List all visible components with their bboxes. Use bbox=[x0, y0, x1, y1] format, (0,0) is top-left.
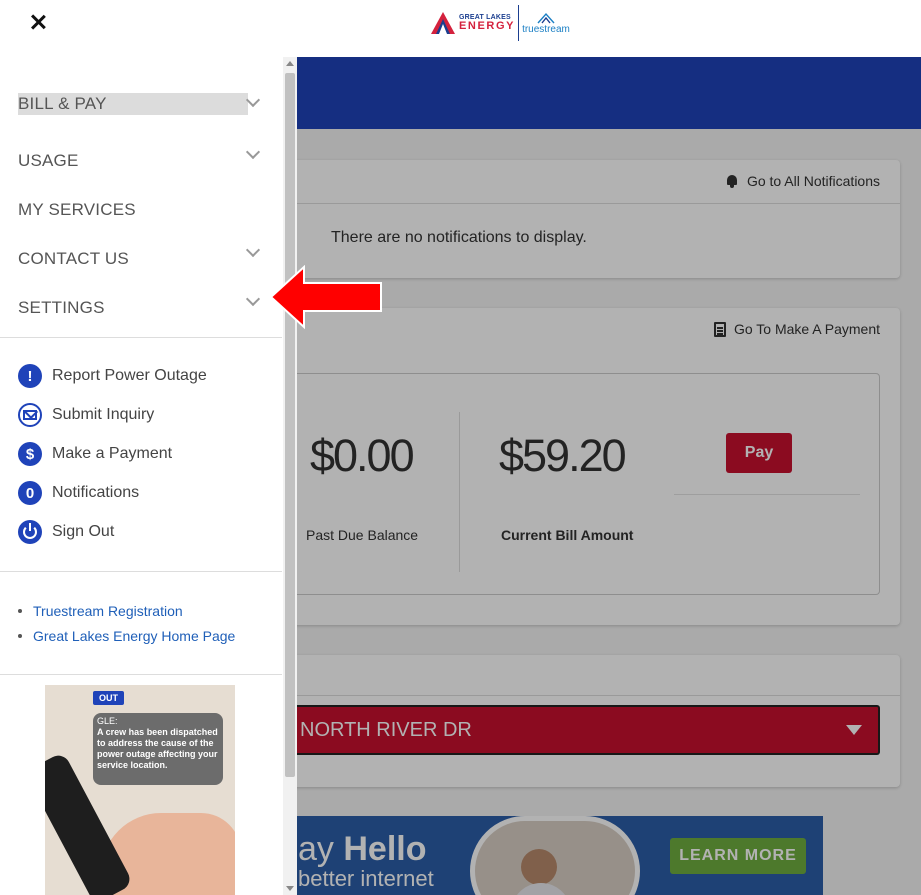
external-links: Truestream Registration Great Lakes Ener… bbox=[18, 598, 235, 648]
side-menu: BILL & PAY USAGE MY SERVICES CONTACT US … bbox=[0, 57, 284, 895]
menu-divider bbox=[0, 337, 282, 338]
menu-item-usage[interactable]: USAGE bbox=[0, 135, 282, 184]
chevron-down-icon bbox=[245, 144, 261, 160]
truestream-mark-icon bbox=[537, 12, 555, 23]
menu-item-contact-us[interactable]: CONTACT US bbox=[0, 233, 282, 282]
menu-item-my-services[interactable]: MY SERVICES bbox=[0, 184, 282, 233]
out-badge: OUT bbox=[93, 691, 124, 705]
logo-big-text: ENERGY bbox=[459, 20, 516, 32]
action-label: Make a Payment bbox=[52, 445, 173, 462]
mountain-logo-icon bbox=[431, 12, 455, 34]
action-label: Notifications bbox=[52, 484, 140, 501]
outage-message-bubble: GLE: A crew has been dispatched to addre… bbox=[93, 713, 223, 785]
menu-item-label: MY SERVICES bbox=[18, 200, 136, 219]
menu-item-label: SETTINGS bbox=[18, 298, 105, 317]
menu-item-label: USAGE bbox=[18, 151, 79, 170]
power-icon bbox=[18, 520, 42, 544]
truestream-logo-text: truestream bbox=[522, 23, 570, 35]
menu-item-settings[interactable]: SETTINGS bbox=[0, 282, 282, 331]
scrollbar-thumb[interactable] bbox=[285, 73, 295, 777]
logo-divider bbox=[518, 5, 520, 41]
notifications-link[interactable]: 0 Notifications bbox=[18, 480, 139, 506]
top-header: GREAT LAKES ENERGY truestream bbox=[0, 0, 921, 57]
report-power-outage-link[interactable]: ! Report Power Outage bbox=[18, 363, 207, 389]
menu-item-label: CONTACT US bbox=[18, 249, 129, 268]
action-label: Submit Inquiry bbox=[52, 406, 155, 423]
menu-item-label: BILL & PAY bbox=[18, 94, 107, 113]
sign-out-link[interactable]: Sign Out bbox=[18, 519, 114, 545]
close-menu-button[interactable] bbox=[26, 10, 50, 34]
menu-scrollbar[interactable] bbox=[283, 57, 297, 895]
envelope-icon bbox=[18, 403, 42, 427]
chevron-down-icon bbox=[245, 291, 261, 307]
action-label: Sign Out bbox=[52, 523, 115, 540]
exclamation-icon: ! bbox=[18, 364, 42, 388]
dollar-icon: $ bbox=[18, 442, 42, 466]
truestream-logo: truestream bbox=[522, 12, 570, 35]
menu-divider bbox=[0, 571, 282, 572]
great-lakes-energy-logo: GREAT LAKES ENERGY bbox=[430, 10, 515, 36]
scroll-down-arrow-icon[interactable] bbox=[286, 886, 294, 891]
menu-item-bill-pay[interactable]: BILL & PAY bbox=[0, 57, 282, 115]
promo-message: A crew has been dispatched to address th… bbox=[97, 727, 218, 770]
gle-home-page-link[interactable]: Great Lakes Energy Home Page bbox=[18, 623, 235, 648]
logo[interactable]: GREAT LAKES ENERGY truestream bbox=[430, 4, 590, 42]
truestream-registration-link[interactable]: Truestream Registration bbox=[18, 598, 235, 623]
promo-sender: GLE: bbox=[97, 716, 118, 726]
chevron-down-icon bbox=[245, 242, 261, 258]
red-arrow-annotation-icon bbox=[269, 265, 382, 329]
menu-divider bbox=[0, 674, 282, 675]
action-label: Report Power Outage bbox=[52, 367, 207, 384]
zero-badge-icon: 0 bbox=[18, 481, 42, 505]
scroll-up-arrow-icon[interactable] bbox=[286, 61, 294, 66]
submit-inquiry-link[interactable]: Submit Inquiry bbox=[18, 402, 154, 428]
make-a-payment-link[interactable]: $ Make a Payment bbox=[18, 441, 172, 467]
chevron-down-icon bbox=[245, 92, 261, 108]
outage-promo-image: OUT GLE: A crew has been dispatched to a… bbox=[45, 685, 235, 895]
